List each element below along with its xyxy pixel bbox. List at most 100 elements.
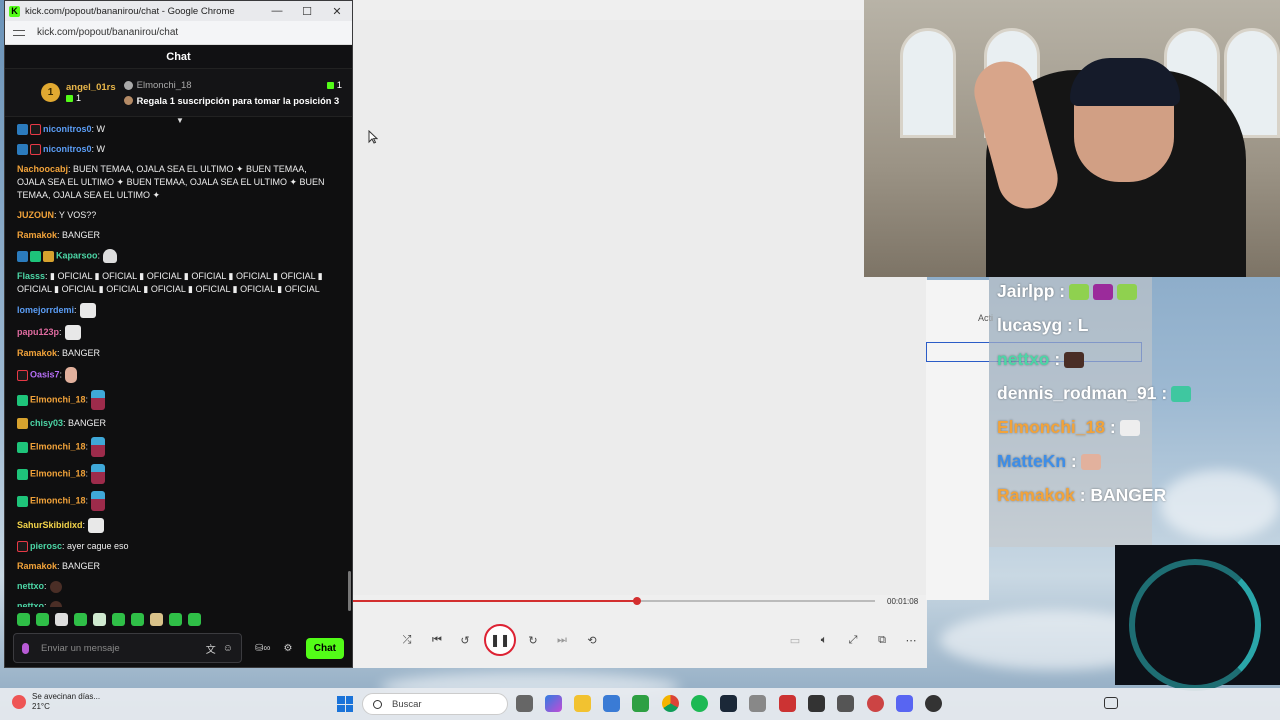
radial-ring	[1129, 559, 1261, 691]
video-surface[interactable]	[353, 20, 927, 595]
emote-icon	[91, 437, 106, 457]
app-icon[interactable]	[779, 695, 796, 712]
copilot-icon[interactable]	[545, 695, 562, 712]
file-explorer-icon[interactable]	[574, 695, 591, 712]
rewind-10-icon[interactable]: ↺	[455, 622, 475, 658]
fullscreen-icon[interactable]: ⤢	[843, 622, 863, 658]
chat-username[interactable]: SahurSkibidixd	[17, 520, 83, 530]
maximize-icon[interactable]: ☐	[292, 1, 322, 21]
chat-username[interactable]: Elmonchi_18	[30, 441, 86, 451]
chat-message-text: : W	[91, 124, 106, 134]
send-chat-button[interactable]: Chat	[305, 637, 344, 659]
quick-emote[interactable]	[112, 613, 125, 626]
chat-username[interactable]: niconitros0	[43, 144, 92, 154]
chat-message: pierosc: ayer cague eso	[17, 540, 334, 553]
weather-icon	[12, 695, 26, 709]
gift-points-icon[interactable]: ⛁∞	[255, 643, 271, 654]
quick-emote[interactable]	[36, 613, 49, 626]
quick-emote[interactable]	[150, 613, 163, 626]
chat-message: SahurSkibidixd:	[17, 518, 334, 533]
overlay-username: nettxo	[997, 349, 1050, 369]
discord-icon[interactable]	[896, 695, 913, 712]
gear-icon[interactable]: ⚙	[284, 643, 293, 654]
chat-composer: Enviar un mensaje 文 ☺ ⛁∞ ⚙ Chat	[13, 633, 344, 663]
chat-username[interactable]: Ramakok	[17, 561, 57, 571]
quick-emote[interactable]	[55, 613, 68, 626]
blue-badge-icon	[17, 124, 28, 136]
forward-30-icon[interactable]: ↻	[523, 622, 543, 658]
quick-emote[interactable]	[74, 613, 87, 626]
store-icon[interactable]	[603, 695, 620, 712]
media-player-icon[interactable]	[925, 695, 942, 712]
message-placeholder: Enviar un mensaje	[41, 642, 120, 654]
miniplayer-icon[interactable]: ⧉	[872, 622, 892, 658]
tray-app-icon[interactable]	[1104, 697, 1118, 709]
chat-username[interactable]: lomejorrdemi	[17, 305, 74, 315]
quick-emote[interactable]	[188, 613, 201, 626]
emoji-icon[interactable]: ☺	[223, 643, 233, 654]
translate-icon[interactable]: 文	[206, 641, 216, 656]
more-options-icon[interactable]: ⋯	[901, 622, 921, 658]
minimize-icon[interactable]: —	[262, 1, 292, 21]
spotify-icon[interactable]	[691, 695, 708, 712]
quick-emote[interactable]	[17, 613, 30, 626]
windows-start-icon[interactable]	[337, 696, 353, 712]
chat-username[interactable]: Ramakok	[17, 348, 57, 358]
quick-emote[interactable]	[131, 613, 144, 626]
app-icon[interactable]	[808, 695, 825, 712]
window-titlebar[interactable]: K kick.com/popout/bananirou/chat - Googl…	[5, 1, 352, 21]
stream-chat-overlay: Jairlpp : lucasyg : Lnettxo : dennis_rodma…	[989, 277, 1192, 547]
mic-icon[interactable]	[22, 642, 29, 654]
app-icon[interactable]	[867, 695, 884, 712]
close-icon[interactable]: ✕	[322, 1, 352, 21]
chat-username[interactable]: JUZOUN	[17, 210, 54, 220]
previous-icon[interactable]: ⏮	[427, 622, 447, 658]
chat-username[interactable]: nettxo	[17, 601, 44, 607]
shuffle-icon[interactable]: ⤮	[397, 622, 417, 658]
chat-username[interactable]: Elmonchi_18	[30, 495, 86, 505]
quick-emote[interactable]	[93, 613, 106, 626]
chat-scrollbar[interactable]	[348, 571, 351, 611]
chat-username[interactable]: Oasis7	[30, 369, 60, 379]
taskbar-search[interactable]: Buscar	[362, 693, 508, 715]
settings-icon[interactable]	[749, 695, 766, 712]
rank-medal-icon: 1	[41, 83, 60, 102]
app-icon[interactable]	[837, 695, 854, 712]
weather-widget[interactable]: Se avecinan días... 21°C	[12, 692, 100, 712]
task-view-icon[interactable]	[516, 695, 533, 712]
next-icon[interactable]: ⏭	[552, 622, 572, 658]
chat-username[interactable]: nettxo	[17, 581, 44, 591]
chat-username[interactable]: chisy03	[30, 418, 63, 428]
top-gifter[interactable]: angel_01rs 1	[66, 82, 116, 103]
overlay-chat-message: Jairlpp :	[997, 281, 1138, 302]
play-pause-button[interactable]: ❚❚	[483, 622, 517, 658]
chat-username[interactable]: Elmonchi_18	[30, 468, 86, 478]
quick-emote[interactable]	[169, 613, 182, 626]
chrome-icon[interactable]	[662, 695, 679, 712]
gifter-name[interactable]: Elmonchi_18	[137, 80, 192, 91]
chat-username[interactable]: Flasss	[17, 271, 45, 281]
chat-message-list[interactable]: niconitros0: Wniconitros0: W Nachoocabj: …	[5, 119, 346, 607]
repeat-icon[interactable]: ⟲	[582, 622, 602, 658]
volume-icon[interactable]: 🔈︎	[814, 622, 834, 658]
chat-username[interactable]: Nachoocabj	[17, 164, 68, 174]
overlay-message-text: :	[1156, 383, 1168, 403]
chat-username[interactable]: Ramakok	[17, 230, 57, 240]
message-input[interactable]: Enviar un mensaje 文 ☺	[13, 633, 242, 663]
steam-icon[interactable]	[720, 695, 737, 712]
gift-sub-cta[interactable]: Regala 1 suscripción para tomar la posic…	[137, 96, 340, 106]
site-settings-icon[interactable]	[13, 28, 25, 38]
chat-username[interactable]: niconitros0	[43, 124, 92, 134]
subtitles-icon[interactable]: ▭	[785, 622, 805, 658]
search-icon	[373, 699, 382, 709]
seek-handle[interactable]	[633, 597, 642, 605]
chat-username[interactable]: Elmonchi_18	[30, 394, 86, 404]
streamer-cap	[1070, 58, 1180, 106]
xbox-icon[interactable]	[632, 695, 649, 712]
seek-bar[interactable]	[353, 597, 875, 605]
chat-username[interactable]: papu123p	[17, 327, 59, 337]
chat-username[interactable]: Kaparsoo	[56, 250, 98, 260]
gift-icon	[66, 94, 73, 102]
chat-username[interactable]: pierosc	[30, 541, 62, 551]
address-bar[interactable]: kick.com/popout/bananirou/chat	[5, 21, 352, 45]
